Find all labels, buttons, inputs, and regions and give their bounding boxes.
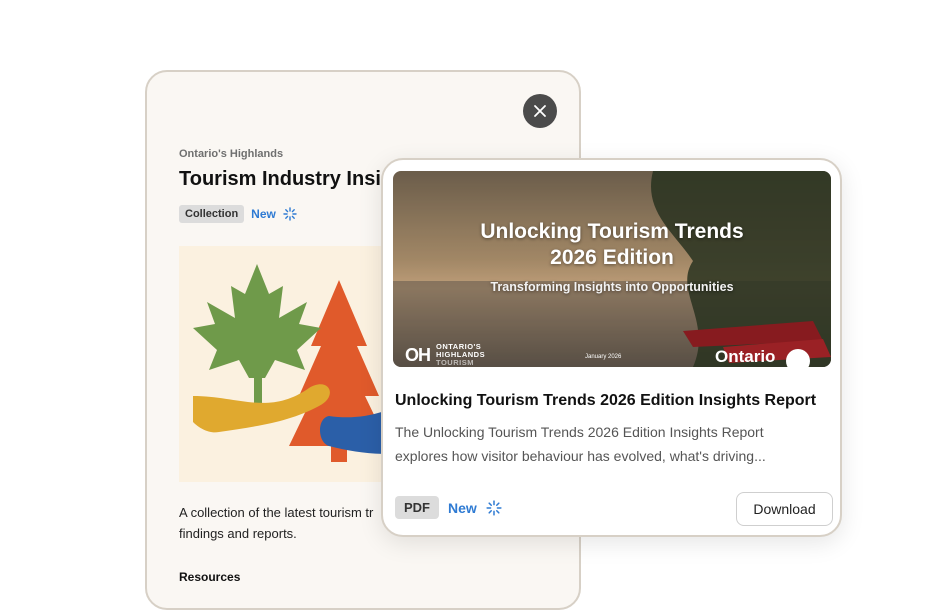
resources-heading: Resources [179,570,241,584]
report-card[interactable]: Unlocking Tourism Trends 2026 Edition Tr… [381,158,842,537]
close-button[interactable] [523,94,557,128]
report-meta: PDF New [395,496,502,519]
ontario-wordmark: Ontario [715,347,776,366]
new-badge: New [251,207,276,221]
cover-date: January 2026 [585,354,622,360]
collection-title: Tourism Industry Insigh [179,168,406,190]
cover-subtitle: Transforming Insights into Opportunities [490,280,734,294]
download-button[interactable]: Download [736,492,833,526]
close-icon [534,105,546,117]
logo-text: ONTARIO'S HIGHLANDS TOURISM [436,343,485,367]
cover-title-line-1: Unlocking Tourism Trends [480,220,744,243]
cover-title: Unlocking Tourism Trends 2026 Edition [393,219,831,271]
ontario-logo-icon [786,349,810,367]
cover-title-line-2: 2026 Edition [550,246,674,269]
sparkle-icon [283,207,297,221]
report-cover-image: Unlocking Tourism Trends 2026 Edition Tr… [393,171,831,367]
collection-description: A collection of the latest tourism tr fi… [179,505,374,541]
report-title[interactable]: Unlocking Tourism Trends 2026 Edition In… [395,392,816,410]
organization-label: Ontario's Highlands [179,148,284,160]
report-description: The Unlocking Tourism Trends 2026 Editio… [395,424,766,464]
logo-line-3: TOURISM [436,358,474,367]
collection-tag: Collection [179,205,245,223]
sparkle-icon [486,499,502,516]
logo-mark: OH [405,344,431,365]
new-badge: New [448,499,477,516]
highlands-logo: OH ONTARIO'S HIGHLANDS TOURISM [405,343,485,367]
collection-tags: Collection New [179,205,297,223]
file-type-badge: PDF [395,496,439,519]
